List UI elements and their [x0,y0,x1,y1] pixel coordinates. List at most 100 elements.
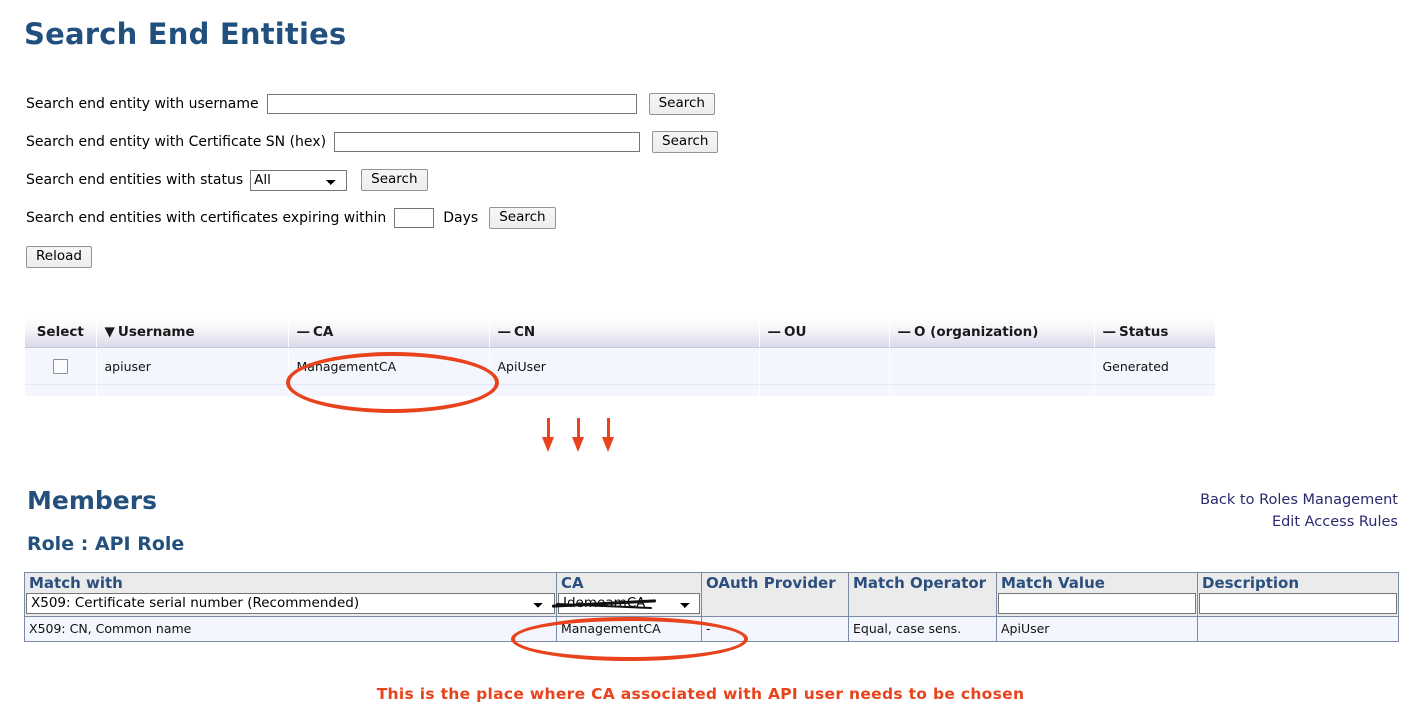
members-column-header-description: Description [1197,572,1399,593]
member-match-value: ApiUser [996,616,1198,641]
column-header-status-label: Status [1119,324,1169,340]
arrow-shaft [577,418,580,439]
row-select-checkbox[interactable] [52,359,68,374]
annotation-arrows [540,418,630,456]
member-match-with: X509: CN, Common name [24,616,557,641]
table-spacer-row [25,384,1216,396]
members-header-row: Match with CA OAuth Provider Match Opera… [24,572,1399,593]
members-filter-row: X509: Certificate serial number (Recomme… [24,592,1399,617]
search-username-input[interactable] [266,94,637,114]
sort-none-icon: — [767,324,782,340]
members-table-row: X509: CN, Common name ManagementCA - Equ… [24,616,1399,641]
search-username-button[interactable]: Search [648,93,715,115]
column-header-select[interactable]: Select [25,318,97,348]
spacer-cell [889,384,1095,396]
filter-cell-match-value [996,592,1198,617]
arrow-shaft [547,418,550,439]
search-row-status: Search end entities with status All Sear… [26,168,1366,192]
members-column-header-match-value: Match Value [996,572,1198,593]
arrow-head [602,437,614,452]
search-serial-button[interactable]: Search [652,131,719,153]
end-entities-table: Select ▼ Username — CA — CN — OU — O (organiz… [25,318,1216,396]
search-expiring-button[interactable]: Search [489,207,556,229]
column-header-ou[interactable]: — OU [759,318,890,348]
members-column-header-match-with: Match with [24,572,557,593]
row-ca: ManagementCA [288,347,490,385]
description-input[interactable] [1199,592,1397,614]
spacer-cell [489,384,760,396]
row-select-cell [25,347,97,385]
link-back-to-roles-management[interactable]: Back to Roles Management [1200,489,1398,511]
arrow-down-icon [540,418,558,452]
search-row-username: Search end entity with username Search [26,92,1366,116]
sort-desc-icon: ▼ [104,324,115,340]
filter-cell-oauth-provider [701,592,849,617]
members-column-header-oauth-provider: OAuth Provider [701,572,849,593]
table-row: apiuser ManagementCA ApiUser Generated [25,347,1216,385]
member-match-operator: Equal, case sens. [848,616,997,641]
arrow-down-icon [570,418,588,452]
spacer-cell [759,384,890,396]
column-header-cn-label: CN [514,324,536,340]
member-ca: ManagementCA [556,616,702,641]
link-edit-access-rules[interactable]: Edit Access Rules [1200,511,1398,533]
spacer-cell [25,384,97,396]
annotation-caption: This is the place where CA associated wi… [376,685,1025,703]
arrow-head [572,437,584,452]
sort-none-icon: — [296,324,311,340]
reload-button[interactable]: Reload [26,246,92,268]
search-status-button[interactable]: Search [361,169,428,191]
filter-cell-match-with: X509: Certificate serial number (Recomme… [24,592,557,617]
search-expiring-days-input[interactable] [394,208,435,228]
arrow-head [542,437,554,452]
search-status-label: Search end entities with status [26,172,244,188]
search-serial-input[interactable] [334,132,641,152]
column-header-ca-label: CA [313,324,334,340]
row-ou [759,347,890,385]
column-header-ou-label: OU [784,324,807,340]
sort-none-icon: — [897,324,912,340]
column-header-username-label: Username [117,324,195,340]
column-header-status[interactable]: — Status [1094,318,1216,348]
row-username: apiuser [96,347,289,385]
search-form: Search end entity with username Search S… [26,92,1366,282]
ca-select-wrapper: IdemeamCA [551,592,700,614]
members-links: Back to Roles Management Edit Access Rul… [1200,489,1398,533]
members-heading: Members [27,486,157,515]
column-header-cn[interactable]: — CN [489,318,760,348]
search-expiring-label: Search end entities with certificates ex… [26,210,387,226]
reload-row: Reload [26,244,1366,268]
match-value-input[interactable] [998,592,1196,614]
sort-none-icon: — [1102,324,1117,340]
spacer-cell [288,384,490,396]
arrow-shaft [607,418,610,439]
column-header-username[interactable]: ▼ Username [96,318,289,348]
search-status-select[interactable]: All [250,169,348,191]
search-username-label: Search end entity with username [26,96,259,112]
row-status: Generated [1094,347,1216,385]
sort-none-icon: — [497,324,512,340]
page-title: Search End Entities [24,17,347,51]
filter-cell-ca: IdemeamCA [551,592,702,617]
members-column-header-match-operator: Match Operator [848,572,997,593]
members-table: Match with CA OAuth Provider Match Opera… [24,572,1399,642]
search-row-serial: Search end entity with Certificate SN (h… [26,130,1366,154]
member-oauth-provider: - [701,616,849,641]
filter-cell-description [1197,592,1399,617]
member-description [1197,616,1399,641]
table-header-row: Select ▼ Username — CA — CN — OU — O (organiz… [25,318,1216,348]
role-heading: Role : API Role [27,533,185,555]
search-serial-label: Search end entity with Certificate SN (h… [26,134,327,150]
spacer-cell [1094,384,1216,396]
members-column-header-ca: CA [556,572,702,593]
column-header-organization[interactable]: — O (organization) [889,318,1095,348]
arrow-down-icon [600,418,618,452]
spacer-cell [96,384,289,396]
search-row-expiring: Search end entities with certificates ex… [26,206,1366,230]
match-with-select[interactable]: X509: Certificate serial number (Recomme… [26,592,555,614]
column-header-select-label: Select [36,324,84,340]
filter-cell-match-operator [848,592,997,617]
search-expiring-days-label: Days [443,210,479,226]
column-header-ca[interactable]: — CA [288,318,490,348]
ca-select[interactable]: IdemeamCA [558,592,700,614]
